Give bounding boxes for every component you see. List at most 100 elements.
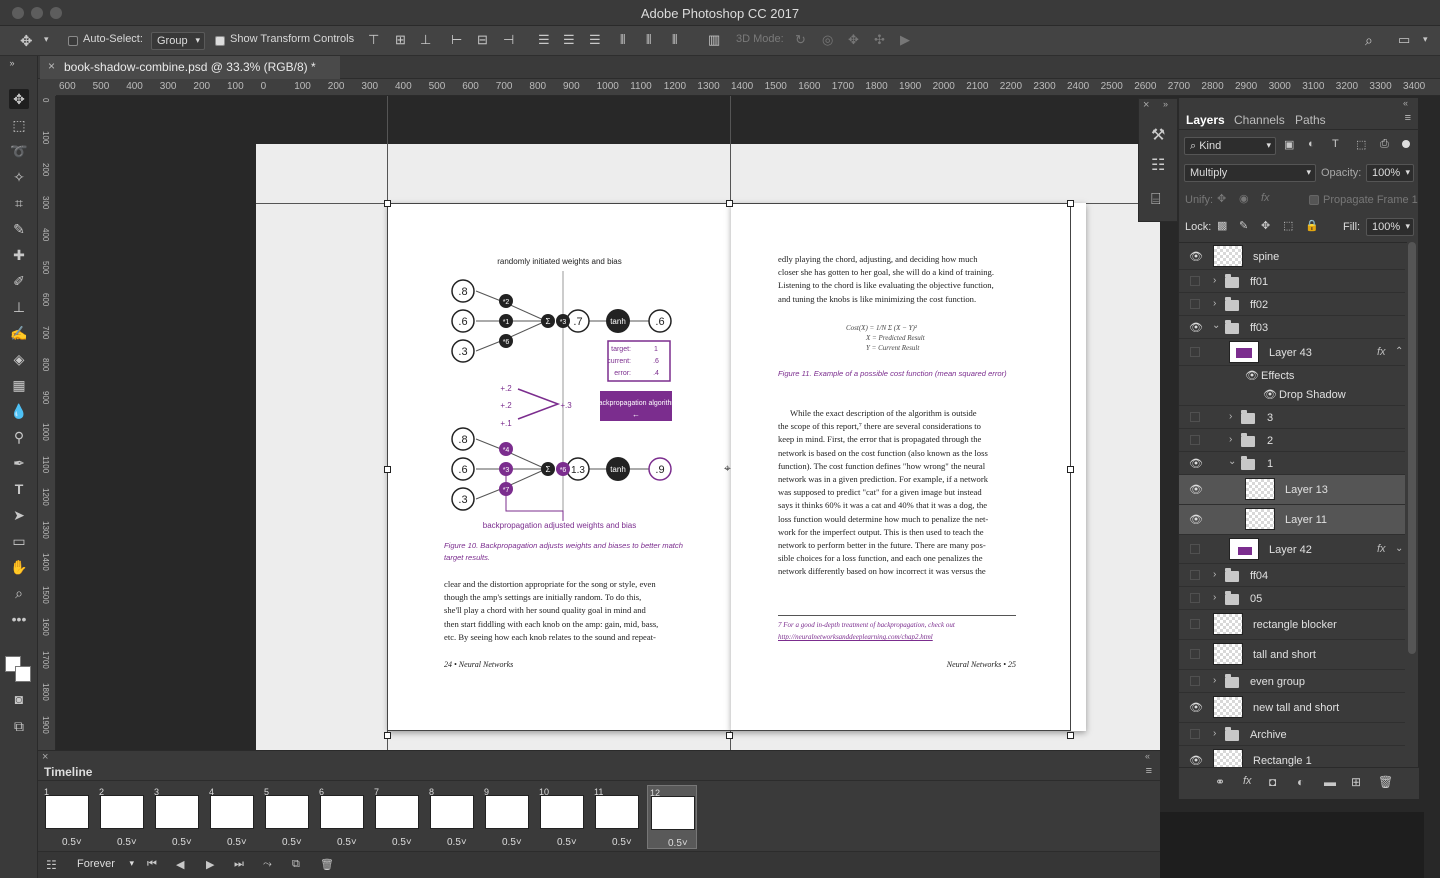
dodge-tool-icon[interactable]: ⚲ (9, 427, 29, 447)
collapse-icon[interactable]: « (1403, 98, 1408, 108)
3d-roll-icon[interactable]: ◎ (822, 32, 833, 48)
eye-icon[interactable]: 👁 (1189, 483, 1203, 496)
distribute-left-icon[interactable]: ⫴ (620, 32, 625, 48)
panel-menu-icon[interactable]: ≡ (1146, 765, 1152, 777)
unify-visibility-icon[interactable]: ◉ (1239, 192, 1249, 205)
previous-frame-icon[interactable]: ◀ (176, 858, 184, 871)
adjustment-layer-icon[interactable]: ◐ (1297, 775, 1304, 789)
type-filter-icon[interactable]: T (1332, 138, 1339, 150)
visibility-toggle[interactable] (1190, 676, 1200, 686)
link-layers-icon[interactable]: ⚭ (1215, 775, 1225, 789)
healing-brush-icon[interactable]: ✚ (9, 245, 29, 265)
transform-handle[interactable] (726, 732, 733, 739)
filter-toggle[interactable] (1402, 140, 1410, 148)
tween-icon[interactable]: ⤳ (263, 858, 272, 871)
play-icon[interactable]: ▶ (206, 858, 214, 871)
filter-kind-dropdown[interactable]: ⌕ Kind ▾ (1184, 137, 1276, 155)
layer-row-ff04[interactable]: › ff04 (1179, 564, 1405, 587)
animation-frame[interactable]: 2 0.5˅ (97, 785, 147, 849)
lock-pixels-icon[interactable]: ✎ (1239, 219, 1248, 232)
new-group-icon[interactable]: ▬ (1324, 775, 1336, 789)
distribute-vcenter-icon[interactable]: ☰ (563, 32, 575, 48)
frame-delay[interactable]: 0.5˅ (392, 837, 412, 848)
background-color-swatch[interactable] (15, 666, 31, 682)
frame-delay[interactable]: 0.5˅ (668, 838, 688, 849)
shape-filter-icon[interactable]: ⬚ (1356, 138, 1366, 151)
document-tab[interactable]: × book-shadow-combine.psd @ 33.3% (RGB/8… (40, 56, 340, 79)
3d-scale-icon[interactable]: ▶ (900, 32, 910, 48)
adjustment-filter-icon[interactable]: ◐ (1308, 138, 1315, 150)
frame-delay[interactable]: 0.5˅ (557, 837, 577, 848)
align-left-icon[interactable]: ⊢ (451, 32, 462, 48)
layer-row-even-group[interactable]: › even group (1179, 670, 1405, 693)
3d-drag-icon[interactable]: ✥ (848, 32, 859, 48)
close-icon[interactable]: × (42, 751, 48, 763)
visibility-toggle[interactable] (1190, 299, 1200, 309)
new-layer-icon[interactable]: ⊞ (1351, 775, 1361, 789)
hand-tool-icon[interactable]: ✋ (9, 557, 29, 577)
chevron-down-icon[interactable]: ⌄ (1228, 456, 1236, 467)
magic-wand-icon[interactable]: ✧ (9, 167, 29, 187)
duplicate-frame-icon[interactable]: ⧉ (292, 858, 300, 871)
animation-frame[interactable]: 1 0.5˅ (42, 785, 92, 849)
frame-delay[interactable]: 0.5˅ (337, 837, 357, 848)
visibility-toggle[interactable] (1190, 593, 1200, 603)
lock-artboard-icon[interactable]: ⬚ (1283, 219, 1293, 232)
vertical-ruler[interactable]: 0 100 200 300 400 500 600 700 800 900 1000 1100 1200… (38, 96, 56, 750)
auto-select-dropdown[interactable]: Group ▾ (151, 32, 205, 50)
chevron-down-icon[interactable]: ▾ (1423, 34, 1428, 45)
layer-row-3[interactable]: › 3 (1179, 406, 1405, 429)
visibility-toggle[interactable] (1190, 544, 1200, 554)
auto-select-checkbox[interactable] (68, 36, 78, 46)
visibility-toggle[interactable] (1190, 435, 1200, 445)
3d-slide-icon[interactable]: ✣ (874, 32, 885, 48)
fill-field[interactable]: 100% ▾ (1366, 218, 1414, 236)
transform-handle[interactable] (384, 200, 391, 207)
quick-mask-icon[interactable]: ◙ (9, 689, 29, 709)
horizontal-ruler[interactable]: 600 500 400 300 200 100 0 100 200 300 400 500 600 700… (56, 79, 1440, 96)
visibility-toggle[interactable] (1190, 412, 1200, 422)
transform-handle[interactable] (384, 466, 391, 473)
layer-row-archive[interactable]: › Archive (1179, 723, 1405, 746)
gradient-tool-icon[interactable]: ▦ (9, 375, 29, 395)
convert-timeline-icon[interactable]: ☷ (46, 858, 57, 872)
adjustments-icon[interactable]: ☷ (1151, 155, 1165, 175)
transform-handle[interactable] (1067, 732, 1074, 739)
frame-delay[interactable]: 0.5˅ (447, 837, 467, 848)
frame-delay[interactable]: 0.5˅ (117, 837, 137, 848)
move-tool-icon[interactable]: ✥ (9, 89, 29, 109)
align-right-icon[interactable]: ⊣ (503, 32, 514, 48)
eye-icon[interactable]: 👁 (1263, 388, 1277, 401)
lock-transparent-icon[interactable]: ▩ (1217, 219, 1227, 232)
delete-layer-icon[interactable]: 🗑 (1378, 775, 1393, 789)
eye-icon[interactable]: 👁 (1245, 369, 1259, 382)
collapse-icon[interactable]: « (1145, 751, 1150, 761)
loop-dropdown[interactable]: Forever ▾ (72, 856, 136, 874)
distribute-right-icon[interactable]: ⫴ (672, 32, 677, 48)
distribute-bottom-icon[interactable]: ☰ (589, 32, 601, 48)
chevron-right-icon[interactable]: › (1213, 569, 1216, 580)
layer-row-new-tall-and-short[interactable]: 👁 new tall and short (1179, 693, 1405, 723)
animation-frame[interactable]: 5 0.5˅ (262, 785, 312, 849)
transform-center-icon[interactable]: ⌖ (724, 461, 731, 476)
chevron-right-icon[interactable]: › (1213, 592, 1216, 603)
frame-delay[interactable]: 0.5˅ (227, 837, 247, 848)
frame-delay[interactable]: 0.5˅ (502, 837, 522, 848)
chevron-down-icon[interactable]: ▾ (44, 34, 49, 45)
show-transform-checkbox[interactable] (215, 36, 225, 46)
tab-paths[interactable]: Paths (1295, 113, 1326, 127)
frame-delay[interactable]: 0.5˅ (612, 837, 632, 848)
chevron-right-icon[interactable]: › (1213, 298, 1216, 309)
chevron-right-icon[interactable]: › (1213, 728, 1216, 739)
type-tool-icon[interactable]: T (9, 479, 29, 499)
screen-mode-icon[interactable]: ⧉ (9, 716, 29, 736)
clone-source-icon[interactable]: ⌸ (1151, 191, 1161, 209)
layer-row-layer-42[interactable]: Layer 42 fx ⌄ (1179, 535, 1405, 564)
layers-scrollbar[interactable] (1408, 242, 1416, 654)
brush-settings-icon[interactable]: ⚒ (1151, 125, 1165, 145)
visibility-toggle[interactable] (1190, 729, 1200, 739)
tab-layers[interactable]: Layers (1186, 113, 1225, 127)
layer-row-ff02[interactable]: › ff02 (1179, 293, 1405, 316)
animation-frame[interactable]: 6 0.5˅ (317, 785, 367, 849)
fx-icon[interactable]: fx (1377, 543, 1386, 555)
